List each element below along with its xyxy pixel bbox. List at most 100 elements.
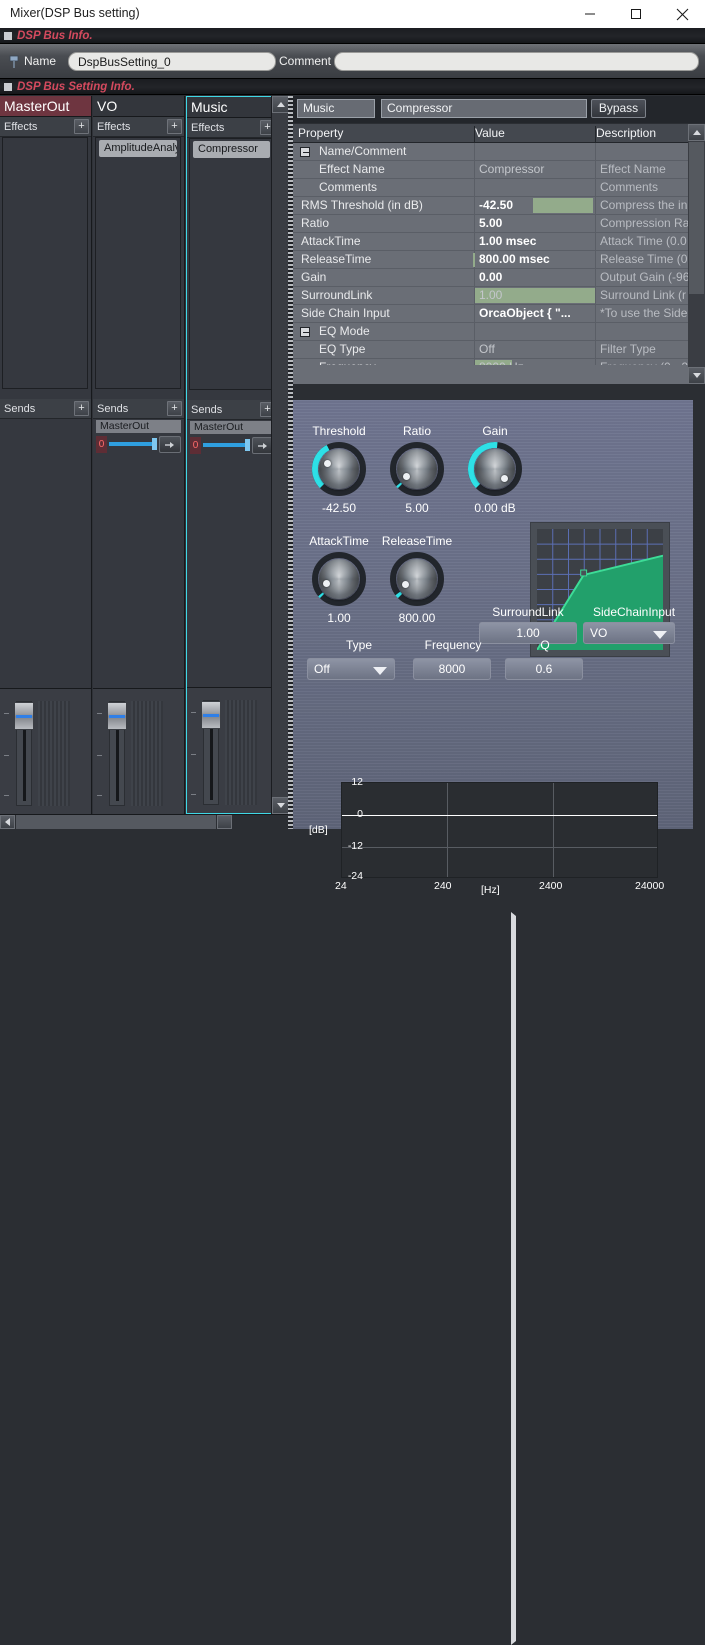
eq-curve <box>342 815 657 816</box>
eqfrequency-field[interactable]: 8000 <box>413 658 491 680</box>
strip-name-vo[interactable]: VO <box>93 96 184 117</box>
mixer-horizontal-scrollbar[interactable] <box>0 814 705 1645</box>
mixer-strip-vo[interactable]: VO Effects + AmplitudeAnalyzer Sends + MasterO… <box>93 96 185 814</box>
property-value[interactable]: -42.50 <box>475 198 595 212</box>
property-name: Name/Comment <box>319 144 407 158</box>
mixer-scroll-right-button[interactable] <box>217 815 705 1645</box>
fader-handle[interactable] <box>201 701 221 729</box>
knob-ratio[interactable]: Ratio 5.00 <box>379 424 455 515</box>
property-grid-vscrollbar[interactable] <box>688 124 705 384</box>
sidechaininput-dropdown[interactable]: VO <box>583 622 675 644</box>
knob-body <box>319 559 359 599</box>
grid-scroll-up-button[interactable] <box>688 124 705 141</box>
effect-item[interactable]: Compressor <box>193 141 270 158</box>
send-level-slider[interactable] <box>109 438 157 450</box>
property-value[interactable]: 1.00 <box>475 288 595 302</box>
knob-dial[interactable] <box>389 551 445 607</box>
property-value[interactable]: 1.00 msec <box>475 234 595 248</box>
send-level-slider[interactable] <box>203 439 250 451</box>
window-title: Mixer(DSP Bus setting) <box>10 6 140 20</box>
column-header-value[interactable]: Value <box>475 126 505 140</box>
effect-item[interactable]: AmplitudeAnalyzer <box>99 140 177 157</box>
property-row[interactable]: Frequency 8000 HzFrequency (0 - 2 <box>293 359 688 365</box>
send-value[interactable]: 0 <box>96 436 107 453</box>
compressor-editor: Threshold -42.50 Ratio 5.00 Gain 0.00 dB At… <box>293 400 693 896</box>
property-row[interactable]: Side Chain Input OrcaObject { "... *To use… <box>293 305 688 323</box>
property-row[interactable]: RMS Threshold (in dB) -42.50 Compress the … <box>293 197 688 215</box>
grid-vscroll-thumb[interactable] <box>689 142 704 294</box>
mixer-hscroll-thumb[interactable] <box>16 815 216 829</box>
effects-label: Effects <box>97 120 131 133</box>
property-value[interactable]: Off <box>475 342 595 356</box>
eqtype-dropdown[interactable]: Off <box>307 658 395 680</box>
effects-section-header: Effects + <box>187 118 277 138</box>
column-divider-2[interactable] <box>595 126 596 144</box>
property-value[interactable]: 800.00 msec <box>475 252 595 266</box>
property-row[interactable]: AttackTime 1.00 msec Attack Time (0.0 <box>293 233 688 251</box>
mixer-vertical-scrollbar[interactable] <box>271 96 289 814</box>
property-row[interactable]: EQ Mode <box>293 323 688 341</box>
add-send-button[interactable]: + <box>74 401 89 416</box>
property-row[interactable]: EQ Type Off Filter Type <box>293 341 688 359</box>
add-send-button[interactable]: + <box>167 401 182 416</box>
knob-dial[interactable] <box>311 441 367 497</box>
grid-scroll-down-button[interactable] <box>688 367 705 384</box>
property-value[interactable]: 0.00 <box>475 270 595 284</box>
name-input[interactable]: DspBusSetting_0 <box>68 52 276 71</box>
property-value[interactable]: OrcaObject { "... <box>475 306 595 320</box>
eqq-field[interactable]: 0.6 <box>505 658 583 680</box>
mixer-scroll-up-button[interactable] <box>272 96 289 113</box>
bypass-button[interactable]: Bypass <box>591 99 646 118</box>
property-row[interactable]: Effect Name Compressor Effect Name <box>293 161 688 179</box>
mixer-strip-music[interactable]: Music Effects + Compressor Sends + MasterOut 0 <box>186 96 278 814</box>
property-row[interactable]: Name/Comment <box>293 143 688 161</box>
strip-name-masterout[interactable]: MasterOut <box>0 96 91 117</box>
property-row[interactable]: SurroundLink 1.00 Surround Link (r <box>293 287 688 305</box>
close-button[interactable] <box>659 0 705 28</box>
eqtype-dropdown-arrow-icon <box>373 667 387 675</box>
comment-input[interactable] <box>334 52 699 71</box>
sends-section-header: Sends + <box>93 399 184 419</box>
bus-name-display[interactable]: Music <box>297 99 375 118</box>
add-effect-button[interactable]: + <box>167 119 182 134</box>
send-target-name[interactable]: MasterOut <box>190 421 274 434</box>
fader-handle[interactable] <box>14 702 34 730</box>
knob-dial[interactable] <box>389 441 445 497</box>
property-value[interactable]: 5.00 <box>475 216 595 230</box>
send-route-button[interactable] <box>159 436 181 453</box>
fader-handle[interactable] <box>107 702 127 730</box>
knob-label: AttackTime <box>309 534 369 548</box>
eq-x-axis-label: [Hz] <box>481 884 500 896</box>
send-target-name[interactable]: MasterOut <box>96 420 181 433</box>
column-divider-1[interactable] <box>474 126 475 144</box>
column-header-description[interactable]: Description <box>596 126 656 140</box>
knob-releasetime[interactable]: ReleaseTime 800.00 <box>379 534 455 625</box>
property-row[interactable]: ReleaseTime 800.00 msec Release Time (0 <box>293 251 688 269</box>
knob-dial[interactable] <box>311 551 367 607</box>
mixer-scroll-left-button[interactable] <box>0 815 15 829</box>
eq-ytick-1: 0 <box>357 808 363 820</box>
effect-name-display[interactable]: Compressor <box>381 99 587 118</box>
mixer-strip-masterout[interactable]: MasterOut Effects + Sends + <box>0 96 92 814</box>
fader-scale <box>4 713 11 797</box>
minimize-button[interactable] <box>567 0 613 28</box>
knob-threshold[interactable]: Threshold -42.50 <box>301 424 377 515</box>
property-value[interactable]: Compressor <box>475 162 595 176</box>
strip-name-music[interactable]: Music <box>187 97 277 118</box>
property-row[interactable]: Comments Comments <box>293 179 688 197</box>
mixer-strips: MasterOut Effects + Sends + VO Effects + Amplitu… <box>0 96 278 814</box>
property-value[interactable]: 8000 Hz <box>475 360 595 365</box>
knob-gain[interactable]: Gain 0.00 dB <box>457 424 533 515</box>
mixer-scroll-down-button[interactable] <box>272 797 289 814</box>
column-header-property[interactable]: Property <box>298 126 343 140</box>
maximize-button[interactable] <box>613 0 659 28</box>
send-value[interactable]: 0 <box>190 437 201 454</box>
knob-attacktime[interactable]: AttackTime 1.00 <box>301 534 377 625</box>
property-description: Output Gain (-96 <box>600 270 688 284</box>
eq-xtick-0: 24 <box>335 880 347 892</box>
add-effect-button[interactable]: + <box>74 119 89 134</box>
property-row[interactable]: Ratio 5.00 Compression Ra <box>293 215 688 233</box>
property-row[interactable]: Gain 0.00 Output Gain (-96 <box>293 269 688 287</box>
knob-dial[interactable] <box>467 441 523 497</box>
effects-label: Effects <box>191 121 225 134</box>
